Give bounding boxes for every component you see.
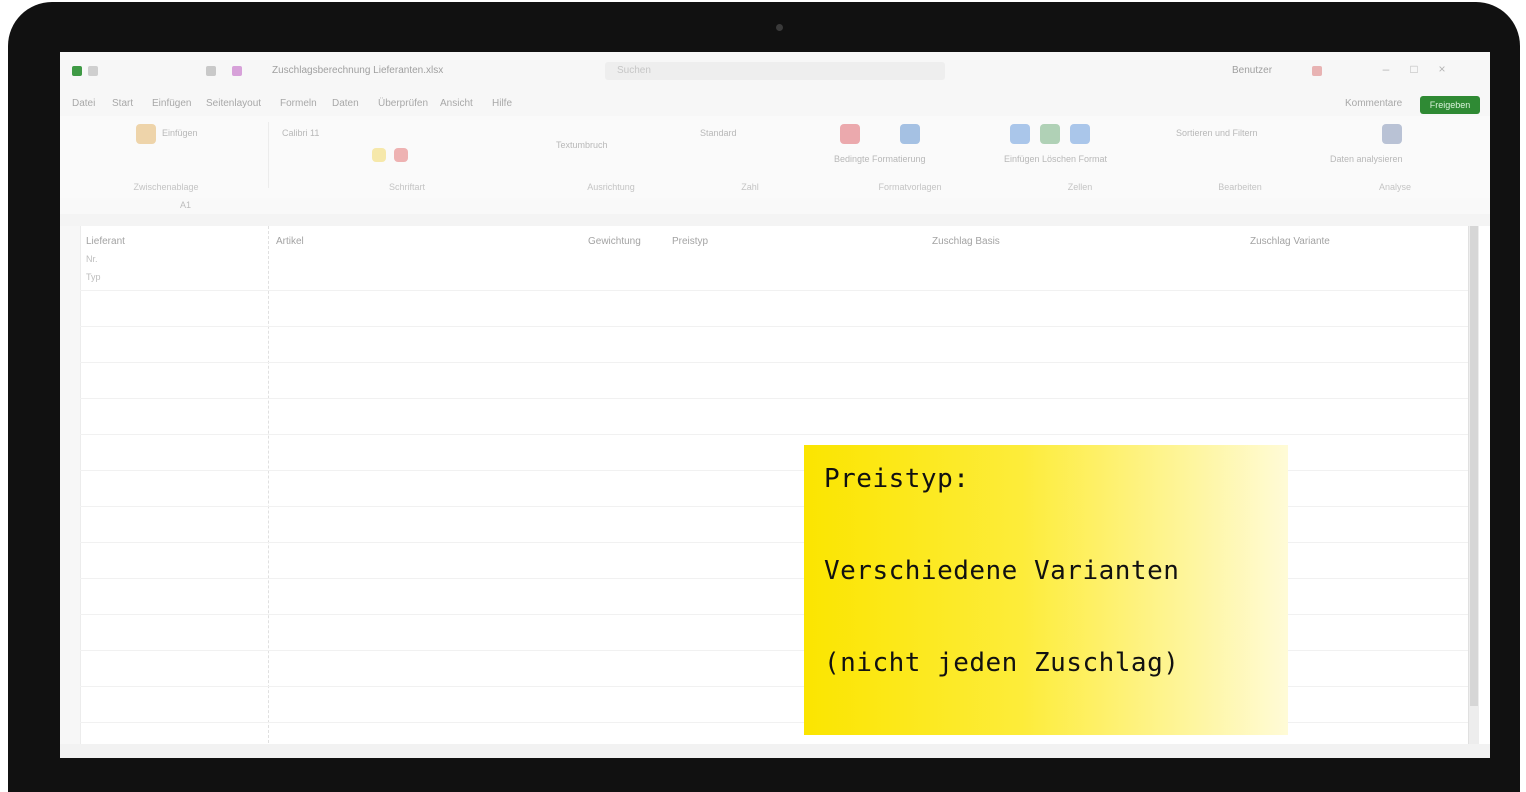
comments-button[interactable]: Kommentare xyxy=(1345,98,1402,109)
menu-tabs: Datei Start Einfügen Seitenlayout Formel… xyxy=(60,92,1490,116)
ribbon-group-font: Calibri 11 Schriftart xyxy=(272,120,542,194)
formula-bar[interactable]: A1 xyxy=(60,198,1490,214)
ribbon-group-label: Analyse xyxy=(1378,182,1412,192)
save-icon[interactable] xyxy=(206,66,216,76)
ribbon-group-label: Schriftart xyxy=(388,182,425,192)
insert-cells-icon[interactable] xyxy=(1010,124,1030,144)
tab-data[interactable]: Daten xyxy=(332,98,359,109)
column-letter-band xyxy=(60,214,1490,226)
row-label: Nr. xyxy=(86,254,98,264)
analyze-data-icon[interactable] xyxy=(1382,124,1402,144)
vertical-scrollbar[interactable] xyxy=(1468,226,1479,758)
callout-note: Preistyp: Verschiedene Varianten (nicht … xyxy=(804,445,1288,735)
tab-insert[interactable]: Einfügen xyxy=(152,98,191,109)
grid-line xyxy=(80,362,1470,363)
ribbon-group-cells: Einfügen Löschen Format Zellen xyxy=(1000,120,1160,194)
column-header-cell[interactable]: Artikel xyxy=(276,236,304,247)
excel-logo-icon xyxy=(72,66,82,76)
undo-icon[interactable] xyxy=(232,66,242,76)
ribbon-styles-text: Bedingte Formatierung xyxy=(834,154,926,164)
wrap-text-button[interactable]: Textumbruch xyxy=(556,140,608,150)
ribbon-group-analysis: Daten analysieren Analyse xyxy=(1320,120,1470,194)
tab-formulas[interactable]: Formeln xyxy=(280,98,317,109)
ribbon-group-editing: Sortieren und Filtern Bearbeiten xyxy=(1170,120,1310,194)
ribbon-group-alignment: Textumbruch Ausrichtung xyxy=(546,120,676,194)
maximize-icon[interactable]: □ xyxy=(1408,63,1420,75)
ribbon-group-clipboard: Einfügen Zwischenablage xyxy=(66,120,266,194)
column-header-cell[interactable]: Zuschlag Basis xyxy=(932,236,1000,247)
search-input[interactable]: Suchen xyxy=(605,62,945,80)
ribbon-group-label: Formatvorlagen xyxy=(878,182,942,192)
ribbon-clipboard-text: Einfügen xyxy=(162,128,198,138)
grid-line xyxy=(80,326,1470,327)
row-header-strip xyxy=(60,226,81,758)
ribbon-group-label: Ausrichtung xyxy=(587,182,635,192)
tab-home[interactable]: Start xyxy=(112,98,133,109)
ribbon-separator xyxy=(268,122,269,188)
font-color-icon[interactable] xyxy=(394,148,408,162)
ribbon-analysis-text: Daten analysieren xyxy=(1330,154,1403,164)
column-header-cell[interactable]: Gewichtung xyxy=(588,236,641,247)
callout-heading: Preistyp: xyxy=(824,464,970,494)
column-header-cell[interactable]: Preistyp xyxy=(672,236,708,247)
ribbon-group-number: Standard Zahl xyxy=(680,120,820,194)
ribbon-group-label: Zahl xyxy=(741,182,759,192)
avatar[interactable] xyxy=(1312,66,1322,76)
minimize-icon[interactable]: – xyxy=(1380,63,1392,75)
ribbon-cells-text: Einfügen Löschen Format xyxy=(1004,154,1108,164)
row-label: Typ xyxy=(86,272,101,282)
conditional-format-icon[interactable] xyxy=(840,124,860,144)
user-name: Benutzer xyxy=(1232,65,1273,76)
highlight-icon[interactable] xyxy=(372,148,386,162)
tab-help[interactable]: Hilfe xyxy=(492,98,512,109)
font-selector[interactable]: Calibri 11 xyxy=(282,128,319,138)
ribbon: Einfügen Zwischenablage Calibri 11 Schri… xyxy=(60,116,1490,198)
close-icon[interactable]: × xyxy=(1436,63,1448,75)
grid-line xyxy=(80,434,1470,435)
sort-filter-button[interactable]: Sortieren und Filtern xyxy=(1176,128,1258,138)
tab-file[interactable]: Datei xyxy=(72,98,95,109)
document-title: Zuschlagsberechnung Lieferanten.xlsx xyxy=(272,65,444,76)
delete-cells-icon[interactable] xyxy=(1040,124,1060,144)
grid-line xyxy=(80,290,1470,291)
title-bar: Zuschlagsberechnung Lieferanten.xlsx Suc… xyxy=(60,52,1490,92)
ribbon-group-label: Bearbeiten xyxy=(1218,182,1262,192)
camera-icon xyxy=(776,24,783,31)
table-format-icon[interactable] xyxy=(900,124,920,144)
name-box[interactable]: A1 xyxy=(180,200,191,210)
ribbon-group-label: Zwischenablage xyxy=(133,182,199,192)
scrollbar-thumb[interactable] xyxy=(1470,226,1478,706)
ribbon-group-styles: Bedingte Formatierung Formatvorlagen xyxy=(830,120,990,194)
format-cells-icon[interactable] xyxy=(1070,124,1090,144)
tab-view[interactable]: Ansicht xyxy=(440,98,473,109)
column-header-cell[interactable]: Lieferant xyxy=(86,236,125,247)
callout-text: Verschiedene Varianten xyxy=(824,556,1180,586)
paste-icon[interactable] xyxy=(136,124,156,144)
number-format-select[interactable]: Standard xyxy=(700,128,737,138)
grid-line xyxy=(80,398,1470,399)
column-a[interactable] xyxy=(80,226,269,758)
callout-text: (nicht jeden Zuschlag) xyxy=(824,648,1180,678)
status-bar xyxy=(60,744,1490,758)
share-button[interactable]: Freigeben xyxy=(1420,96,1480,114)
autosave-toggle[interactable] xyxy=(88,66,98,76)
tab-page-layout[interactable]: Seitenlayout xyxy=(206,98,261,109)
search-placeholder: Suchen xyxy=(617,65,651,76)
tab-review[interactable]: Überprüfen xyxy=(378,98,428,109)
ribbon-group-label: Zellen xyxy=(1067,182,1093,192)
column-header-cell[interactable]: Zuschlag Variante xyxy=(1250,236,1330,247)
